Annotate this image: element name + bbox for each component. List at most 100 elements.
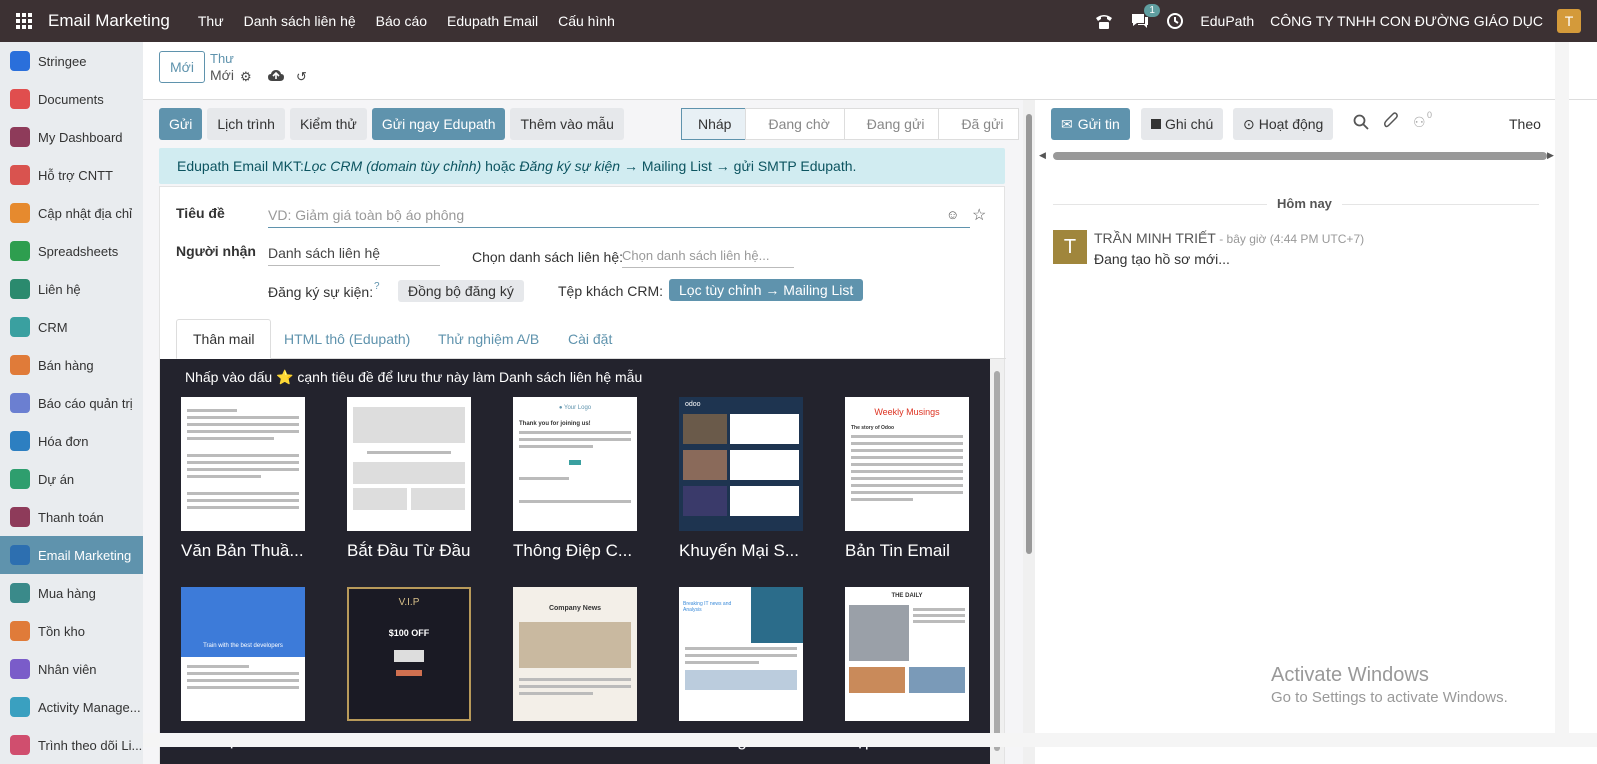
sidebar-item-label: Stringee xyxy=(38,53,87,69)
sidebar-item[interactable]: Stringee xyxy=(0,42,143,80)
sidebar-item[interactable]: Mua hàng xyxy=(0,574,143,612)
discard-icon[interactable]: ↺ xyxy=(296,69,307,85)
template-training[interactable]: Train with the best developers xyxy=(181,587,305,721)
sidebar-item-label: Nhân viên xyxy=(38,661,97,677)
user-name[interactable]: EduPath xyxy=(1200,13,1254,29)
paperclip-icon[interactable] xyxy=(1383,112,1399,135)
search-icon[interactable] xyxy=(1353,114,1369,135)
template-promo[interactable]: odoo xyxy=(679,397,803,531)
sync-registration-button[interactable]: Đồng bộ đăng ký xyxy=(398,280,524,302)
tab-body[interactable]: Thân mail xyxy=(176,319,272,359)
info-alert: Edupath Email MKT: Lọc CRM (domain tùy ch… xyxy=(159,148,1005,184)
follow-button[interactable]: Theo dõi xyxy=(1509,116,1543,132)
sidebar-item[interactable]: Email Marketing xyxy=(0,536,143,574)
sidebar-item[interactable]: Dự án xyxy=(0,460,143,498)
breadcrumb-parent[interactable]: Thư xyxy=(210,51,234,66)
cloud-save-icon[interactable] xyxy=(268,69,284,85)
page-scrollbar[interactable] xyxy=(1555,42,1569,742)
sidebar-item[interactable]: Nhân viên xyxy=(0,650,143,688)
sidebar-item[interactable]: CRM xyxy=(0,308,143,346)
alert-event-reg: Đăng ký sự kiện xyxy=(519,158,621,174)
app-title[interactable]: Email Marketing xyxy=(48,11,170,31)
contact-list-input[interactable]: Chọn danh sách liên hệ... xyxy=(622,248,794,268)
scroll-right-icon[interactable]: ▶ xyxy=(1547,150,1554,161)
sidebar-item-label: Email Marketing xyxy=(38,547,132,563)
sidebar-item[interactable]: Trình theo dõi Li... xyxy=(0,726,143,764)
recipients-select[interactable]: Danh sách liên hệ xyxy=(268,245,440,266)
sidebar-item[interactable]: My Dashboard xyxy=(0,118,143,156)
envelope-icon: ✉ xyxy=(1061,115,1073,132)
schedule-button[interactable]: Lịch trình xyxy=(207,108,285,140)
sidebar-item[interactable]: Thanh toán xyxy=(0,498,143,536)
template-magazine[interactable]: THE DAILY xyxy=(845,587,969,721)
alert-mid: hoặc xyxy=(481,158,520,174)
message-author[interactable]: TRẦN MINH TRIẾT xyxy=(1094,230,1216,246)
menu-contact-list[interactable]: Danh sách liên hệ xyxy=(234,13,366,29)
stage-queued[interactable]: Đang chờ xyxy=(745,108,845,140)
template-start-from-scratch[interactable] xyxy=(347,397,471,531)
activity-label: Hoạt động xyxy=(1258,116,1324,132)
sidebar-item[interactable]: Cập nhật địa chỉ xyxy=(0,194,143,232)
clock-icon[interactable] xyxy=(1166,12,1184,30)
phone-icon[interactable] xyxy=(1094,12,1114,30)
activity-button[interactable]: ⊙ Hoạt động xyxy=(1233,108,1334,140)
app-icon xyxy=(10,393,30,413)
alert-prefix: Edupath Email MKT: xyxy=(177,158,304,174)
template-blog[interactable]: Breaking IT news and Analysis xyxy=(679,587,803,721)
follower-icon[interactable]: ⚇ xyxy=(1413,114,1426,131)
send-button[interactable]: Gửi xyxy=(159,108,203,140)
page-hscrollbar[interactable] xyxy=(143,733,1597,747)
send-message-button[interactable]: ✉ Gửi tin xyxy=(1051,108,1130,140)
app-switcher-icon[interactable] xyxy=(0,0,48,42)
app-icon xyxy=(10,469,30,489)
scroll-left-icon[interactable]: ◀ xyxy=(1039,150,1046,161)
tab-html[interactable]: HTML thô (Edupath) xyxy=(284,319,410,359)
sidebar-item[interactable]: Activity Manage... xyxy=(0,688,143,726)
star-icon[interactable]: ☆ xyxy=(972,205,986,225)
windows-watermark: Activate Windows Go to Settings to activ… xyxy=(1271,664,1508,706)
new-button[interactable]: Mới xyxy=(159,51,205,83)
template-plain-text[interactable] xyxy=(181,397,305,531)
template-newsletter[interactable]: Weekly Musings The story of Odoo xyxy=(845,397,969,531)
company-name[interactable]: CÔNG TY TNHH CON ĐƯỜNG GIÁO DỤC xyxy=(1270,13,1543,29)
sidebar-item[interactable]: Hóa đơn xyxy=(0,422,143,460)
add-to-template-button[interactable]: Thêm vào mẫu xyxy=(510,108,624,140)
tab-ab-test[interactable]: Thử nghiệm A/B xyxy=(438,319,539,359)
form-scrollbar[interactable] xyxy=(1023,100,1035,764)
sidebar-item[interactable]: Documents xyxy=(0,80,143,118)
menu-config[interactable]: Cấu hình xyxy=(548,13,625,29)
crm-filter-button[interactable]: Lọc tùy chỉnh → Mailing List xyxy=(669,279,864,301)
stage-sent[interactable]: Đã gửi xyxy=(938,108,1019,140)
chatter-hscroll[interactable] xyxy=(1053,152,1547,160)
control-panel: Mới Thư Mới ⚙ ↺ xyxy=(143,42,1597,100)
template-company-news[interactable]: Company News xyxy=(513,587,637,721)
sidebar-item[interactable]: Báo cáo quản trị xyxy=(0,384,143,422)
sidebar-item[interactable]: Spreadsheets xyxy=(0,232,143,270)
watermark-line2: Go to Settings to activate Windows. xyxy=(1271,689,1508,706)
template-coupon[interactable]: V.I.P $100 OFF xyxy=(347,587,471,721)
log-note-button[interactable]: Ghi chú xyxy=(1141,108,1224,140)
sidebar-item[interactable]: Tồn kho xyxy=(0,612,143,650)
app-icon xyxy=(10,659,30,679)
message-avatar[interactable]: T xyxy=(1053,230,1087,264)
template-scrollbar[interactable] xyxy=(990,359,1004,764)
sidebar-item[interactable]: Liên hệ xyxy=(0,270,143,308)
sidebar-item[interactable]: Hỗ trợ CNTT xyxy=(0,156,143,194)
event-help-icon[interactable]: ? xyxy=(374,281,380,292)
menu-edupath-email[interactable]: Edupath Email xyxy=(437,13,548,29)
notebook-tabs: Thân mail HTML thô (Edupath) Thử nghiệm … xyxy=(176,319,1006,359)
menu-thu[interactable]: Thư xyxy=(188,13,234,29)
stage-draft[interactable]: Nháp xyxy=(681,108,747,140)
tab-settings[interactable]: Cài đặt xyxy=(568,319,612,359)
user-avatar[interactable]: T xyxy=(1557,9,1581,33)
send-edupath-button[interactable]: Gửi ngay Edupath xyxy=(371,108,506,140)
sidebar-item[interactable]: Bán hàng xyxy=(0,346,143,384)
template-thank-you[interactable]: ● Your Logo Thank you for joining us! xyxy=(513,397,637,531)
menu-reports[interactable]: Báo cáo xyxy=(366,13,437,29)
stage-sending[interactable]: Đang gửi xyxy=(843,108,940,140)
emoji-icon[interactable]: ☺ xyxy=(946,207,959,222)
test-button[interactable]: Kiểm thử xyxy=(289,108,367,140)
chat-icon[interactable]: 1 xyxy=(1130,4,1160,30)
subject-input[interactable]: VD: Giảm giá toàn bộ áo phông xyxy=(268,207,970,228)
gear-icon[interactable]: ⚙ xyxy=(240,69,252,85)
